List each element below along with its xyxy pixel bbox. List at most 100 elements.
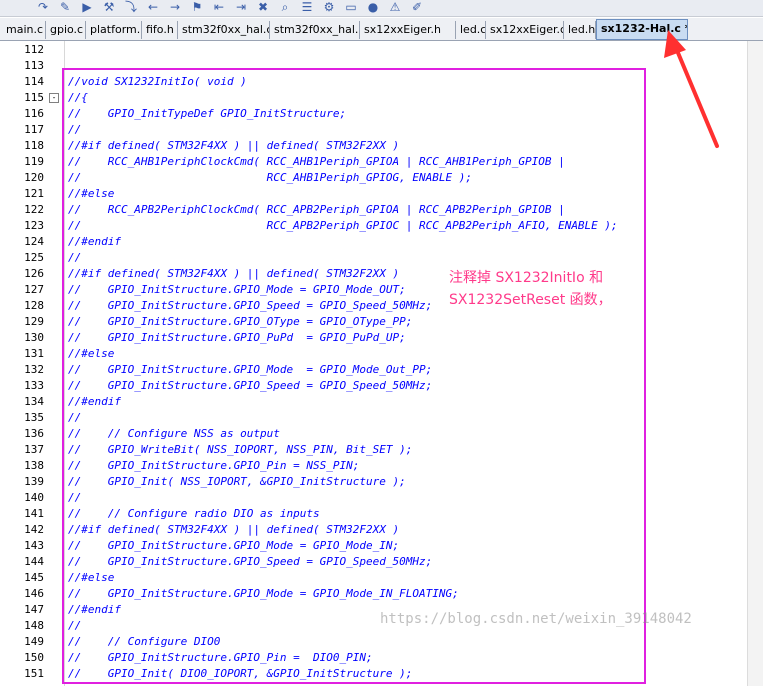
tab-8[interactable]: led.c [456, 21, 486, 39]
code-line: //{ [68, 91, 88, 104]
code-line: // [68, 251, 82, 264]
line-number: 122 [24, 203, 44, 216]
nav-back-icon[interactable]: ← [146, 0, 160, 14]
code-line: //#endif [68, 603, 121, 616]
line-number: 131 [24, 347, 44, 360]
code-line: // GPIO_WriteBit( NSS_IOPORT, NSS_PIN, B… [68, 443, 413, 456]
code-line: //#if defined( STM32F4XX ) || defined( S… [68, 139, 400, 152]
annotation-text: 注释掉 SX1232InitIo 和 SX1232SetReset 函数， [449, 267, 612, 311]
tab-6[interactable]: stm32f0xx_hal.h [270, 21, 360, 39]
code-line: // [68, 491, 82, 504]
code-line: // GPIO_InitStructure.GPIO_Speed = GPIO_… [68, 555, 433, 568]
clear-icon[interactable]: ✖ [256, 0, 270, 14]
line-number: 130 [24, 331, 44, 344]
line-number: 115 [24, 91, 44, 104]
line-number: 120 [24, 171, 44, 184]
redo-icon[interactable]: ↷ [36, 0, 50, 14]
code-line: // RCC_AHB1PeriphClockCmd( RCC_AHB1Perip… [68, 155, 565, 168]
line-number: 138 [24, 459, 44, 472]
code-line: // RCC_AHB1Periph_GPIOG, ENABLE ); [68, 171, 472, 184]
vertical-scrollbar[interactable] [747, 41, 763, 686]
line-number: 148 [24, 619, 44, 632]
code-line: // GPIO_InitStructure.GPIO_OType = GPIO_… [68, 315, 413, 328]
code-line: // GPIO_InitStructure.GPIO_Mode = GPIO_M… [68, 283, 406, 296]
line-number: 124 [24, 235, 44, 248]
build-icon[interactable]: ⚒ [102, 0, 116, 14]
line-number: 117 [24, 123, 44, 136]
line-number: 132 [24, 363, 44, 376]
code-line: // // Configure DIO0 [68, 635, 221, 648]
line-number: 146 [24, 587, 44, 600]
line-number: 125 [24, 251, 44, 264]
line-number: 118 [24, 139, 44, 152]
line-number: 133 [24, 379, 44, 392]
code-line: //#endif [68, 395, 121, 408]
fold-toggle-icon[interactable]: - [49, 93, 59, 103]
bookmark-prev-icon[interactable]: ⇤ [212, 0, 226, 14]
file-tab-bar: main.c gpio.c platform.h fifo.h stm32f0xx_ha… [0, 18, 763, 41]
code-line: // GPIO_InitStructure.GPIO_Mode = GPIO_M… [68, 539, 400, 552]
watermark: https://blog.csdn.net/weixin_39148042 [380, 611, 692, 627]
tab-11[interactable]: sx1232-Hal.c * [596, 19, 688, 40]
code-line: //#else [68, 187, 115, 200]
bookmark-next-icon[interactable]: ⇥ [234, 0, 248, 14]
settings-icon[interactable]: ⚙ [322, 0, 336, 14]
line-number: 126 [24, 267, 44, 280]
line-number: 150 [24, 651, 44, 664]
tab-4[interactable]: fifo.h [142, 21, 178, 39]
line-number: 141 [24, 507, 44, 520]
code-line: // GPIO_InitTypeDef GPIO_InitStructure; [68, 107, 347, 120]
code-line: //#else [68, 347, 115, 360]
edit-icon[interactable]: ✐ [410, 0, 424, 14]
line-number: 123 [24, 219, 44, 232]
line-number: 128 [24, 299, 44, 312]
tab-1[interactable]: main.c [2, 21, 46, 39]
tab-2[interactable]: gpio.c [46, 21, 86, 39]
line-number: 139 [24, 475, 44, 488]
code-editor[interactable]: 112 113 114 115-116 117 118 119 120 121 122 123 124… [0, 41, 763, 686]
window-icon[interactable]: ▭ [344, 0, 358, 14]
line-number: 127 [24, 283, 44, 296]
line-number: 113 [24, 59, 44, 72]
code-line: //#endif [68, 235, 121, 248]
annotation-line-2: SX1232SetReset 函数， [449, 292, 612, 308]
line-number: 129 [24, 315, 44, 328]
code-line: // GPIO_InitStructure.GPIO_Mode = GPIO_M… [68, 587, 459, 600]
code-line: //void SX1232InitIo( void ) [68, 75, 247, 88]
tools-icon[interactable]: ✎ [58, 0, 72, 14]
code-line: //#if defined( STM32F4XX ) || defined( S… [68, 267, 400, 280]
code-line: // GPIO_Init( DIO0_IOPORT, &GPIO_InitStr… [68, 667, 413, 680]
code-line: // [68, 411, 82, 424]
code-line: // GPIO_InitStructure.GPIO_Speed = GPIO_… [68, 299, 433, 312]
toolbar: ↷ ✎ ▶ ⚒ ⤵ ← → ⚑ ⇤ ⇥ ✖ ⌕ ☰ ⚙ ▭ ● ⚠ ✐ [0, 0, 763, 17]
debug-icon[interactable]: ⚠ [388, 0, 402, 14]
nav-forward-icon[interactable]: → [168, 0, 182, 14]
code-line: // GPIO_Init( NSS_IOPORT, &GPIO_InitStru… [68, 475, 406, 488]
code-line: // // Configure NSS as output [68, 427, 280, 440]
line-number: 144 [24, 555, 44, 568]
tab-3[interactable]: platform.h [86, 21, 142, 39]
line-number: 116 [24, 107, 44, 120]
code-line: // RCC_APB2Periph_GPIOC | RCC_APB2Periph… [68, 219, 618, 232]
line-number: 112 [24, 43, 44, 56]
step-icon[interactable]: ⤵ [124, 0, 138, 14]
code-line: // // Configure radio DIO as inputs [68, 507, 320, 520]
tab-7[interactable]: sx12xxEiger.h [360, 21, 456, 39]
browse-icon[interactable]: ☰ [300, 0, 314, 14]
code-line: //#else [68, 571, 115, 584]
code-line: //#if defined( STM32F4XX ) || defined( S… [68, 523, 400, 536]
line-number: 119 [24, 155, 44, 168]
tab-10[interactable]: led.h [564, 21, 596, 39]
find-icon[interactable]: ⌕ [278, 0, 292, 14]
line-number: 147 [24, 603, 44, 616]
line-number: 143 [24, 539, 44, 552]
run-icon[interactable]: ▶ [80, 0, 94, 14]
line-number: 137 [24, 443, 44, 456]
annotation-line-1: 注释掉 SX1232InitIo 和 [449, 270, 604, 286]
tab-9[interactable]: sx12xxEiger.c [486, 21, 564, 39]
bookmark-icon[interactable]: ⚑ [190, 0, 204, 14]
code-line: // [68, 619, 82, 632]
code-line: // GPIO_InitStructure.GPIO_PuPd = GPIO_P… [68, 331, 406, 344]
stop-icon[interactable]: ● [366, 0, 380, 14]
tab-5[interactable]: stm32f0xx_hal.c [178, 21, 270, 39]
